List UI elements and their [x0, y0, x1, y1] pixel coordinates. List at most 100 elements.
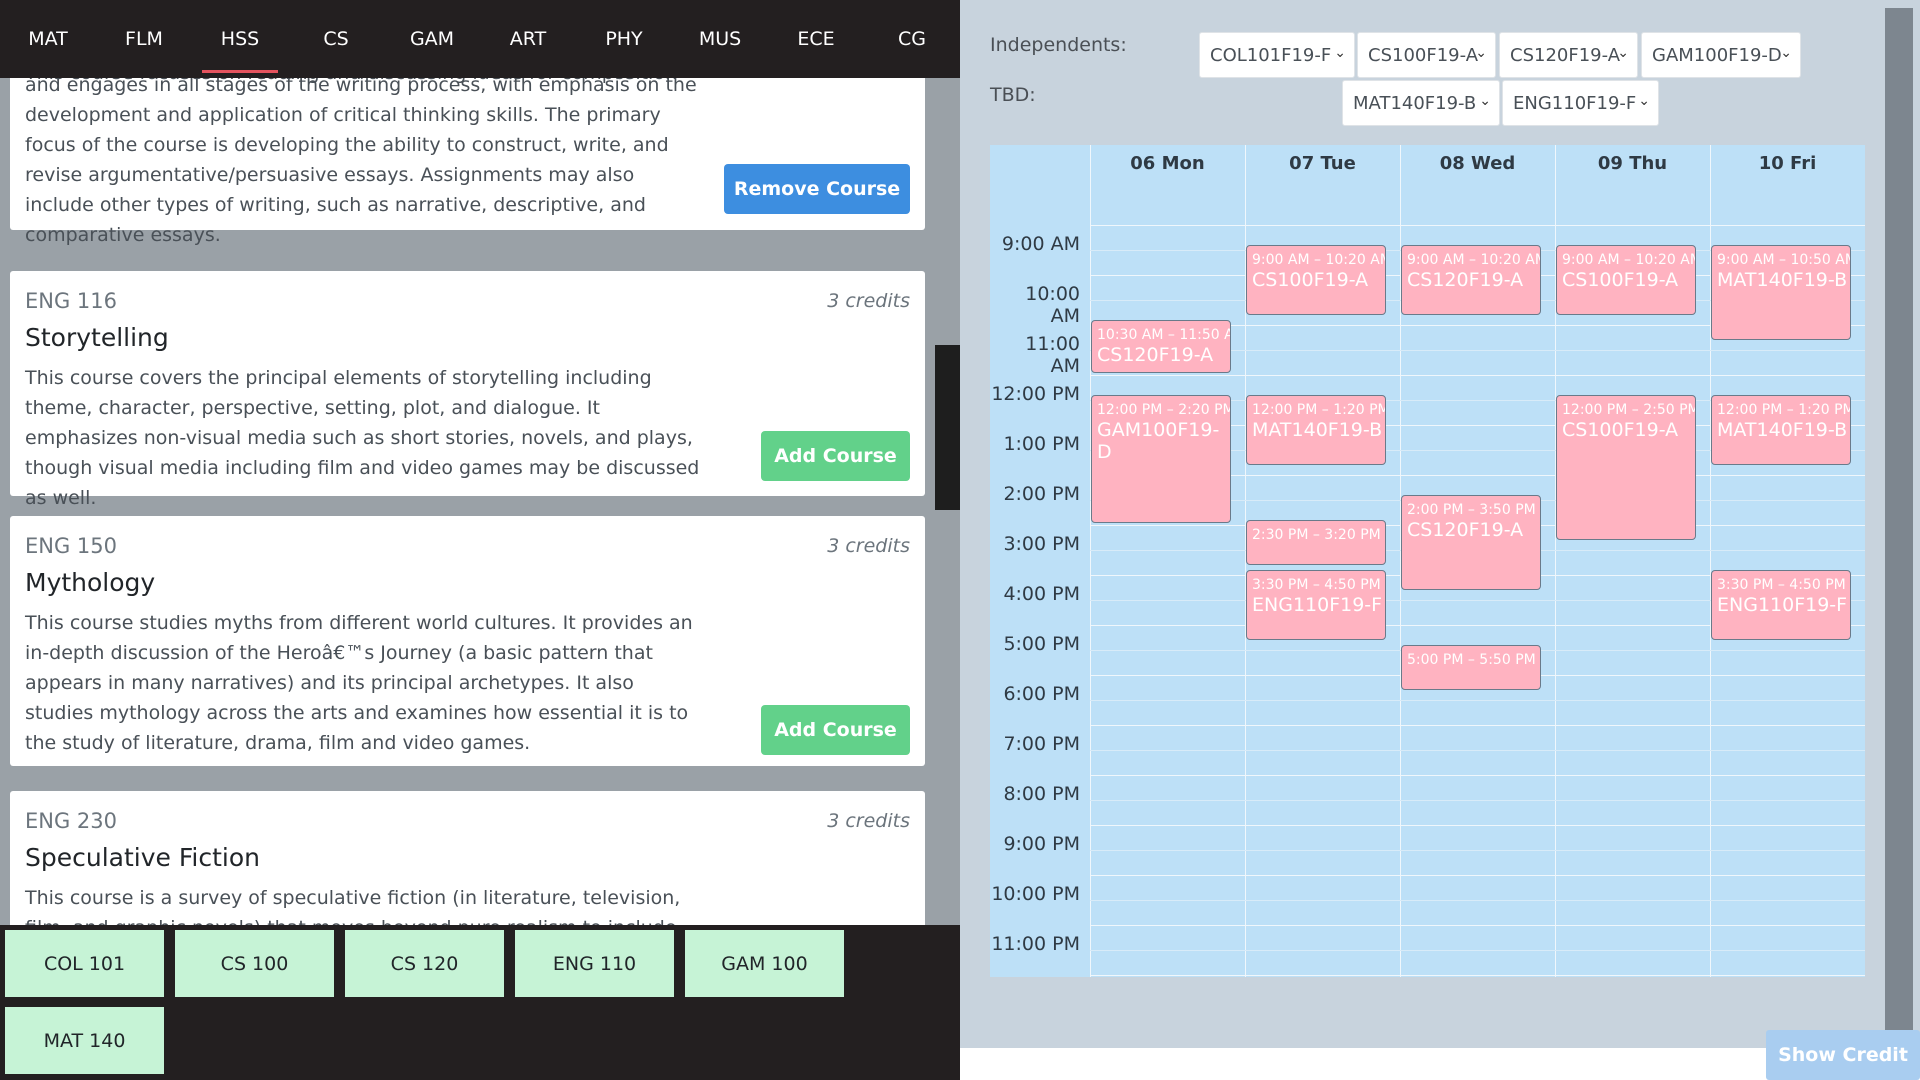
tab-art[interactable]: ART [480, 0, 576, 78]
selected-course-chip[interactable]: MAT 140 [5, 1007, 164, 1074]
course-description: This course is a survey of speculative f… [25, 887, 681, 925]
calendar-event[interactable]: 12:00 PM – 2:20 PM GAM100F19-D [1091, 395, 1231, 523]
time-label: 9:00 PM [1003, 833, 1080, 855]
remove-course-button[interactable]: Remove Course [724, 164, 910, 214]
tab-phy[interactable]: PHY [576, 0, 672, 78]
calendar-event[interactable]: 12:00 PM – 2:50 PM CS100F19-A [1556, 395, 1696, 540]
selected-course-chip[interactable]: ENG 110 [515, 930, 674, 997]
tab-flm[interactable]: FLM [96, 0, 192, 78]
tab-mat[interactable]: MAT [0, 0, 96, 78]
event-section: CS100F19-A [1562, 419, 1679, 441]
show-credit-button[interactable]: Show Credit [1766, 1030, 1920, 1080]
tab-mus[interactable]: MUS [672, 0, 768, 78]
add-course-button[interactable]: Add Course [761, 431, 910, 481]
event-time: 9:00 AM – 10:20 AM [1407, 252, 1541, 268]
time-label: 3:00 PM [1003, 533, 1080, 555]
calendar-event[interactable]: 10:30 AM – 11:50 AM CS120F19-A [1091, 320, 1231, 373]
time-label: 10:00 AM [1025, 283, 1080, 327]
grid-line [1090, 825, 1865, 826]
time-label: 12:00 PM [991, 383, 1080, 405]
grid-line [1090, 750, 1865, 751]
tab-hss[interactable]: HSS [192, 0, 288, 78]
event-section: CS100F19-A [1252, 269, 1369, 291]
calendar-event[interactable]: 2:00 PM – 3:50 PM CS120F19-A [1401, 495, 1541, 590]
selected-course-chip[interactable]: CS 100 [175, 930, 334, 997]
selected-courses-tray: COL 101 CS 100 CS 120 ENG 110 GAM 100 MAT 140 [0, 925, 960, 1080]
tab-gam[interactable]: GAM [384, 0, 480, 78]
calendar-event[interactable]: 12:00 PM – 1:20 PM MAT140F19-B [1246, 395, 1386, 465]
event-time: 12:00 PM – 2:20 PM [1097, 402, 1231, 418]
schedule-pane: Independents: TBD: COL101F19-F ⌄ CS100F19-… [960, 0, 1920, 1080]
calendar-event[interactable]: 9:00 AM – 10:20 AM CS100F19-A [1246, 245, 1386, 315]
independents-label: Independents: [990, 34, 1127, 56]
course-code: ENG 230 [25, 809, 118, 833]
course-card: ENG 116 3 credits Storytelling This cour… [10, 271, 925, 509]
event-time: 3:30 PM – 4:50 PM [1717, 577, 1846, 593]
chevron-down-icon: ⌄ [1334, 45, 1346, 61]
course-card: ENG 150 3 credits Mythology This course … [10, 516, 925, 766]
event-time: 2:00 PM – 3:50 PM [1407, 502, 1536, 518]
course-code: ENG 150 [25, 534, 118, 558]
event-section: CS120F19-A [1407, 519, 1524, 541]
grid-line [1090, 975, 1865, 976]
calendar-event[interactable]: 9:00 AM – 10:20 AM CS100F19-A [1556, 245, 1696, 315]
chevron-down-icon: ⌄ [1617, 45, 1629, 61]
time-label: 6:00 PM [1003, 683, 1080, 705]
event-section: MAT140F19-B [1717, 419, 1848, 441]
time-label: 11:00 AM [1025, 333, 1080, 377]
grid-line [1090, 900, 1865, 901]
section-select[interactable]: GAM100F19-D ⌄ [1641, 32, 1801, 78]
chevron-down-icon: ⌄ [1479, 93, 1491, 109]
grid-line [1090, 800, 1865, 801]
section-select[interactable]: COL101F19-F ⌄ [1199, 32, 1355, 78]
section-select[interactable]: CS120F19-A ⌄ [1499, 32, 1638, 78]
day-header: 08 Wed [1439, 153, 1516, 174]
tab-ece[interactable]: ECE [768, 0, 864, 78]
event-time: 2:30 PM – 3:20 PM [1252, 527, 1381, 543]
time-label: 11:00 PM [991, 933, 1080, 955]
time-label: 1:00 PM [1003, 433, 1080, 455]
schedule-scrollbar[interactable] [1885, 8, 1913, 1038]
calendar-event[interactable]: 9:00 AM – 10:50 AM MAT140F19-B [1711, 245, 1851, 340]
calendar-event[interactable]: 2:30 PM – 3:20 PM [1246, 520, 1386, 565]
calendar-event[interactable]: 12:00 PM – 1:20 PM MAT140F19-B [1711, 395, 1851, 465]
selected-course-chip[interactable]: GAM 100 [685, 930, 844, 997]
event-section: MAT140F19-B [1252, 419, 1383, 441]
tab-cg[interactable]: CG [864, 0, 960, 78]
event-time: 9:00 AM – 10:20 AM [1562, 252, 1696, 268]
selected-course-chip[interactable]: CS 120 [345, 930, 504, 997]
event-section: GAM100F19-D [1097, 419, 1220, 463]
section-select[interactable]: CS100F19-A ⌄ [1357, 32, 1496, 78]
course-catalog-pane: MATFLMHSSCSGAMARTPHYMUSECECG This course… [0, 0, 960, 1080]
event-time: 9:00 AM – 10:20 AM [1252, 252, 1386, 268]
event-section: CS120F19-A [1097, 344, 1214, 366]
course-description: and engages in all stages of the writing… [25, 78, 697, 246]
tab-cs[interactable]: CS [288, 0, 384, 78]
grid-line [1090, 375, 1865, 376]
calendar-event[interactable]: 9:00 AM – 10:20 AM CS120F19-A [1401, 245, 1541, 315]
section-select[interactable]: ENG110F19-F ⌄ [1502, 80, 1659, 126]
section-select[interactable]: MAT140F19-B ⌄ [1342, 80, 1500, 126]
calendar-event[interactable]: 5:00 PM – 5:50 PM [1401, 645, 1541, 690]
event-section: MAT140F19-B [1717, 269, 1848, 291]
add-course-button[interactable]: Add Course [761, 705, 910, 755]
day-header: 10 Fri [1758, 153, 1817, 174]
section-select-value: MAT140F19-B [1353, 92, 1477, 114]
day-column-divider [1090, 145, 1091, 977]
grid-line [1090, 775, 1865, 776]
event-time: 12:00 PM – 1:20 PM [1717, 402, 1851, 418]
event-time: 5:00 PM – 5:50 PM [1407, 652, 1536, 668]
section-select-value: GAM100F19-D [1652, 44, 1782, 66]
time-label: 9:00 AM [1001, 233, 1080, 255]
subject-nav: MAT FLM HSS CS GAM ART PHY MUS ECE CG [0, 0, 960, 78]
calendar-event[interactable]: 3:30 PM – 4:50 PM ENG110F19-F [1246, 570, 1386, 640]
section-select-value: CS120F19-A [1510, 44, 1621, 66]
course-credits: 3 credits [827, 810, 910, 832]
grid-line [1090, 925, 1865, 926]
section-select-value: CS100F19-A [1368, 44, 1479, 66]
grid-line [1090, 700, 1865, 701]
selected-course-chip[interactable]: COL 101 [5, 930, 164, 997]
course-list-scroll-thumb[interactable] [935, 345, 960, 510]
calendar-event[interactable]: 3:30 PM – 4:50 PM ENG110F19-F [1711, 570, 1851, 640]
event-time: 12:00 PM – 1:20 PM [1252, 402, 1386, 418]
